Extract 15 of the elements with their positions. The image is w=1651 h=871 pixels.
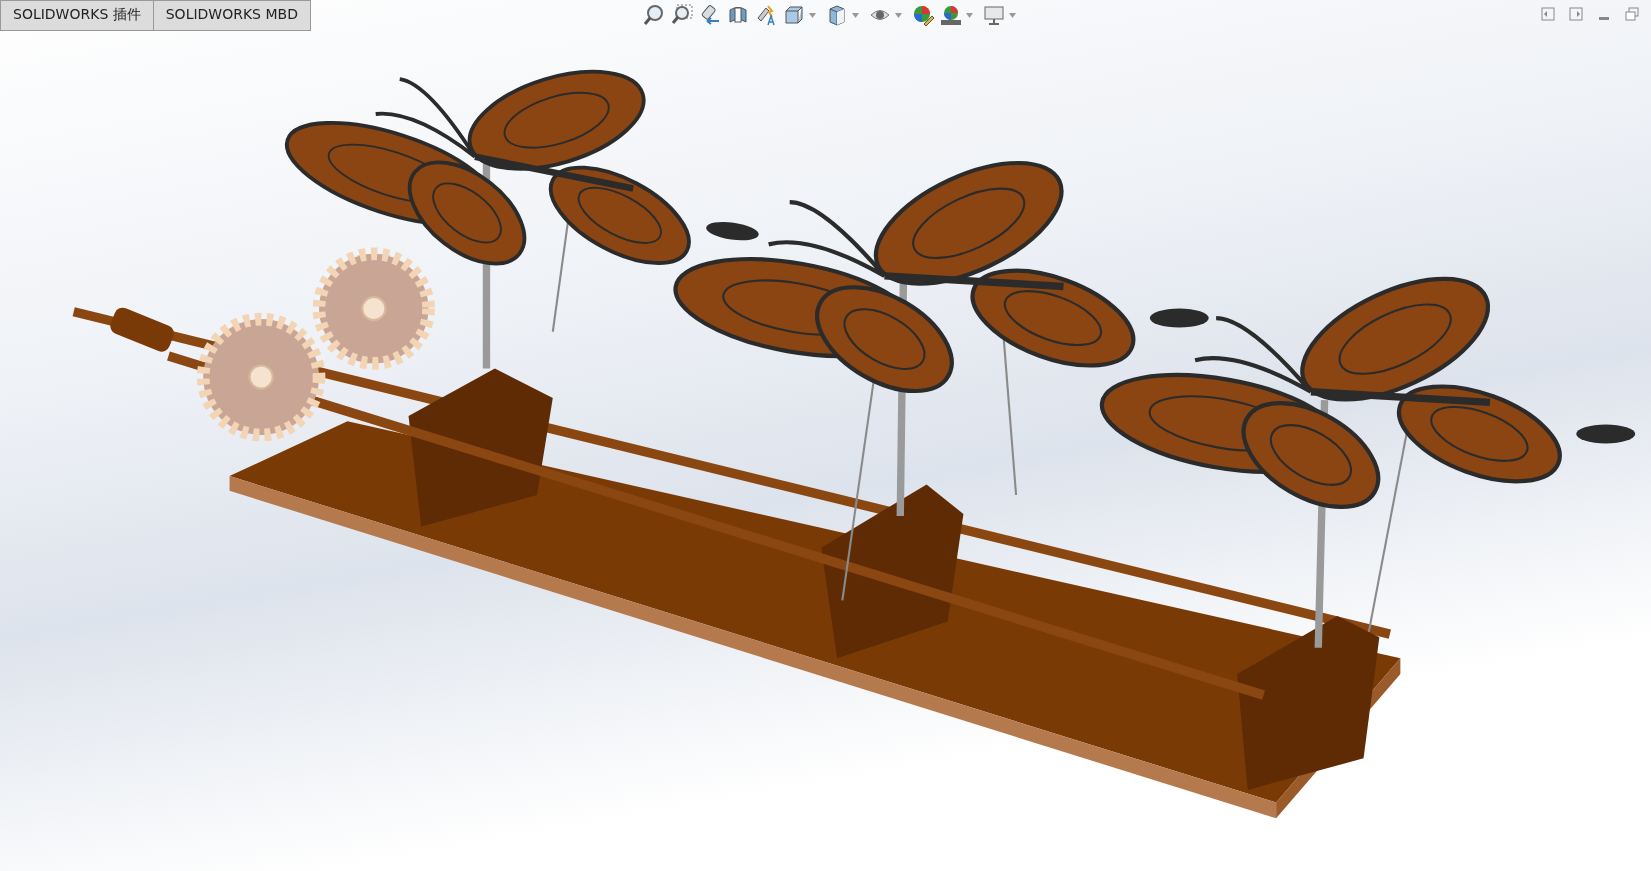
cube-icon[interactable] — [782, 4, 805, 26]
magnifier-icon[interactable] — [670, 4, 693, 26]
caret-icon[interactable] — [808, 12, 816, 18]
color-ball-icon[interactable] — [911, 4, 934, 26]
caret-icon[interactable] — [1008, 12, 1016, 18]
command-tab[interactable]: SOLIDWORKS MBD — [153, 0, 311, 31]
magnifier-icon[interactable] — [642, 4, 665, 26]
monitor-icon[interactable] — [982, 4, 1005, 26]
command-tab[interactable]: SOLIDWORKS 插件 — [0, 0, 154, 31]
caret-icon[interactable] — [894, 12, 902, 18]
caret-icon[interactable] — [965, 12, 973, 18]
panel-right-icon[interactable] — [1569, 7, 1583, 21]
color-ball-icon[interactable] — [939, 4, 962, 26]
caret-icon[interactable] — [851, 12, 859, 18]
panel-left-icon[interactable] — [1541, 7, 1555, 21]
